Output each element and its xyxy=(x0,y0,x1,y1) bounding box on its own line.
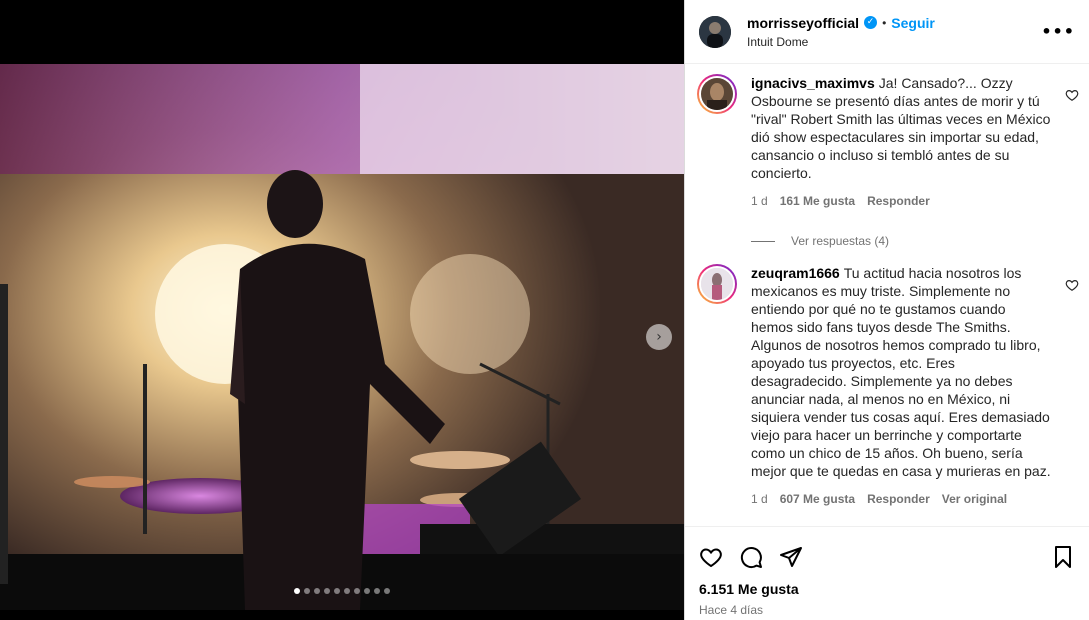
instagram-post-view: › morrisseyofficial ✓ • Seguir Intuit Do… xyxy=(0,0,1089,620)
chevron-right-icon: › xyxy=(656,329,662,345)
comment-meta: 1 d 161 Me gusta Responder xyxy=(751,194,1051,208)
post-sidebar: morrisseyofficial ✓ • Seguir Intuit Dome… xyxy=(684,0,1089,620)
comment-text-block: ignacivs_maximvs Ja! Cansado?... Ozzy Osb… xyxy=(751,74,1051,182)
next-photo-button[interactable]: › xyxy=(646,324,672,350)
account-row: morrisseyofficial ✓ • Seguir xyxy=(747,15,935,31)
comment-item: ignacivs_maximvs Ja! Cansado?... Ozzy Osb… xyxy=(697,74,1079,208)
account-username[interactable]: morrisseyofficial xyxy=(747,15,859,31)
concert-photo xyxy=(0,64,684,610)
account-avatar-image xyxy=(699,15,731,48)
comment-text-block: zeuqram1666 Tu actitud hacia nosotros los… xyxy=(751,264,1051,480)
comment-username[interactable]: zeuqram1666 xyxy=(751,265,840,281)
carousel-dot xyxy=(304,588,310,594)
separator: • xyxy=(882,15,887,30)
account-avatar[interactable] xyxy=(699,15,731,48)
action-bar xyxy=(699,537,1075,577)
carousel-dot xyxy=(364,588,370,594)
reply-button[interactable]: Responder xyxy=(867,492,930,506)
carousel-dot xyxy=(354,588,360,594)
comment-time[interactable]: 1 d xyxy=(751,194,768,208)
commenter-avatar-image xyxy=(701,268,733,300)
comments-list: ignacivs_maximvs Ja! Cansado?... Ozzy Osb… xyxy=(685,64,1089,526)
commenter-avatar-image xyxy=(701,78,733,110)
comment-meta: 1 d 607 Me gusta Responder Ver original xyxy=(751,492,1051,506)
comment-text: Tu actitud hacia nosotros los mexicanos … xyxy=(751,265,1051,479)
carousel-dot xyxy=(374,588,380,594)
view-replies-button[interactable]: Ver respuestas (4) xyxy=(751,234,889,248)
comment-likes[interactable]: 607 Me gusta xyxy=(780,492,855,506)
comment-username[interactable]: ignacivs_maximvs xyxy=(751,75,875,91)
post-actions: 6.151 Me gusta Hace 4 días xyxy=(685,526,1089,617)
carousel-dot xyxy=(344,588,350,594)
more-options-icon[interactable]: ••• xyxy=(1041,22,1075,41)
verified-badge-icon: ✓ xyxy=(864,16,878,29)
view-replies-label: Ver respuestas (4) xyxy=(791,234,890,248)
replies-divider xyxy=(751,240,775,242)
carousel-indicator xyxy=(0,588,684,594)
concert-photo-image xyxy=(0,64,684,610)
post-location[interactable]: Intuit Dome xyxy=(747,35,935,49)
post-timestamp[interactable]: Hace 4 días xyxy=(699,603,1075,617)
comment-likes[interactable]: 161 Me gusta xyxy=(780,194,855,208)
commenter-avatar[interactable] xyxy=(697,264,737,304)
follow-button[interactable]: Seguir xyxy=(891,15,935,31)
comment-body: zeuqram1666 Tu actitud hacia nosotros los… xyxy=(751,264,1051,506)
commenter-avatar[interactable] xyxy=(697,74,737,114)
like-comment-heart-icon[interactable] xyxy=(1065,88,1079,102)
comment-body: ignacivs_maximvs Ja! Cansado?... Ozzy Osb… xyxy=(751,74,1051,208)
carousel-dot xyxy=(314,588,320,594)
post-header: morrisseyofficial ✓ • Seguir Intuit Dome… xyxy=(685,0,1089,64)
share-paper-plane-icon[interactable] xyxy=(779,545,803,569)
like-comment-heart-icon[interactable] xyxy=(1065,278,1079,292)
carousel-dot xyxy=(324,588,330,594)
reply-button[interactable]: Responder xyxy=(867,194,930,208)
carousel-dot xyxy=(384,588,390,594)
carousel-dot xyxy=(294,588,300,594)
comment-bubble-icon[interactable] xyxy=(739,545,763,569)
carousel-dot xyxy=(334,588,340,594)
comment-item: zeuqram1666 Tu actitud hacia nosotros los… xyxy=(697,264,1079,506)
post-media: › xyxy=(0,0,684,620)
comment-time[interactable]: 1 d xyxy=(751,492,768,506)
like-heart-icon[interactable] xyxy=(699,545,723,569)
save-bookmark-icon[interactable] xyxy=(1051,545,1075,569)
see-original-button[interactable]: Ver original xyxy=(942,492,1007,506)
account-info: morrisseyofficial ✓ • Seguir Intuit Dome xyxy=(747,15,935,49)
likes-count[interactable]: 6.151 Me gusta xyxy=(699,581,1075,597)
